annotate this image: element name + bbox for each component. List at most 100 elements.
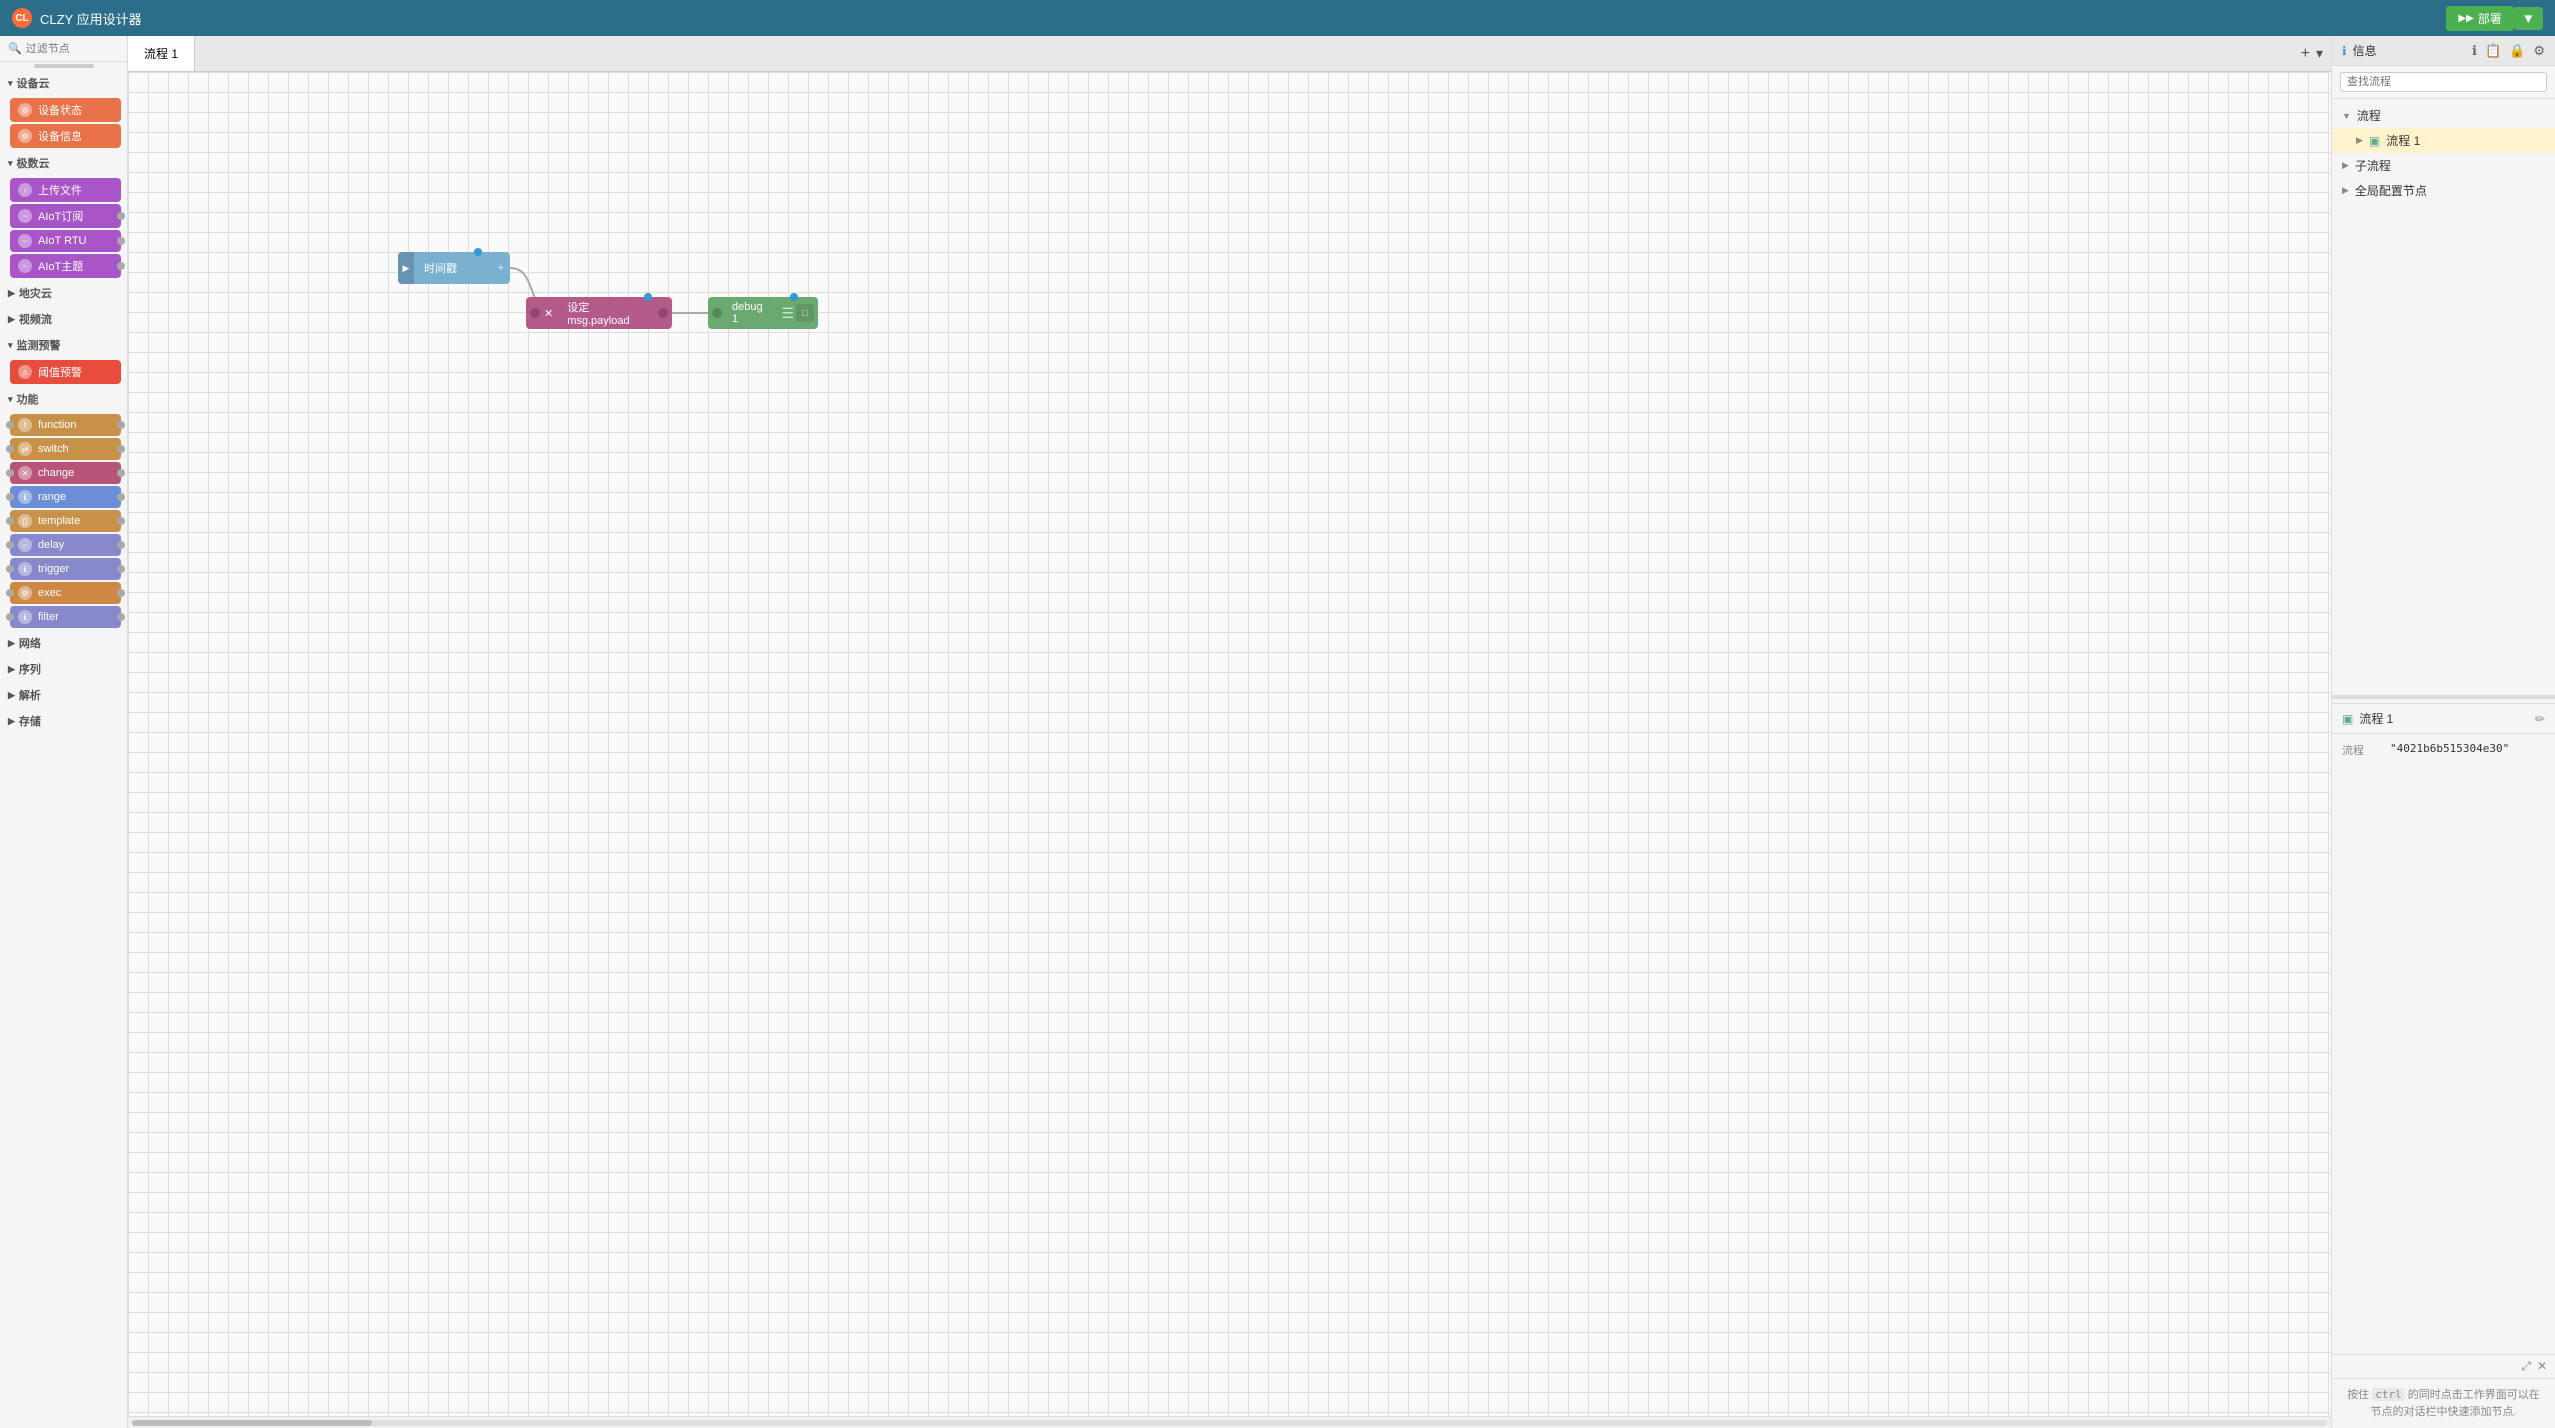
debug1-port-left [712, 308, 722, 318]
canvas-tab-flow1[interactable]: 流程 1 [128, 36, 195, 71]
flow-menu-button[interactable]: ▾ [2316, 45, 2323, 62]
exec-port-left [6, 589, 14, 597]
threshold-icon: ⚠ [18, 365, 32, 379]
tree-item-flow-root[interactable]: ▼ 流程 [2332, 103, 2555, 128]
main-layout: 🔍 ▾ 设备云 ⚙ 设备状态 ⚙ 设备信息 ▾ 极数云 [0, 36, 2555, 1428]
category-dizai-cloud[interactable]: ▶ 地灾云 [0, 280, 127, 306]
category-arrow-jishu: ▾ [8, 158, 13, 169]
tree-item-subflow[interactable]: ▶ 子流程 [2332, 153, 2555, 178]
node-change[interactable]: ✕ change [10, 462, 121, 484]
flow-info-title-text: 流程 1 [2359, 710, 2393, 727]
right-panel-close-icon[interactable]: ✕ [2537, 1359, 2547, 1374]
tree-label-flow: 流程 [2357, 107, 2381, 124]
node-debug1[interactable]: debug 1 ☰ □ [708, 297, 818, 329]
node-aiot-subscribe[interactable]: ~ AIoT订阅 [10, 204, 121, 228]
node-aiot-topic[interactable]: ~ AIoT主题 [10, 254, 121, 278]
category-arrow-parse: ▶ [8, 690, 15, 701]
tree-arrow-flow: ▼ [2342, 111, 2351, 121]
node-template[interactable]: {} template [10, 510, 121, 532]
node-filter[interactable]: ℹ filter [10, 606, 121, 628]
category-device-cloud[interactable]: ▾ 设备云 [0, 70, 127, 96]
deploy-dropdown-button[interactable]: ▼ [2514, 7, 2543, 30]
node-range[interactable]: ℹ range [10, 486, 121, 508]
node-upload-file[interactable]: ↑ 上传文件 [10, 178, 121, 202]
range-icon: ℹ [18, 490, 32, 504]
sidebar-search-container: 🔍 [0, 36, 127, 62]
right-panel-header: ℹ 信息 ℹ 📋 🔒 ⚙ [2332, 36, 2555, 66]
sidebar-search-input[interactable] [26, 43, 119, 55]
function-port-right [117, 421, 125, 429]
node-aiot-rtu[interactable]: ~ AIoT RTU [10, 230, 121, 252]
flow-search-input[interactable] [2340, 72, 2547, 92]
horizontal-scrollbar[interactable] [128, 1416, 2331, 1428]
debug1-menu-icon[interactable]: ☰ [781, 305, 794, 322]
trigger-port-left [6, 565, 14, 573]
function-port-left [6, 421, 14, 429]
tree-arrow-flow1: ▶ [2356, 135, 2363, 146]
node-delay[interactable]: ○ delay [10, 534, 121, 556]
right-panel-icon-info[interactable]: ℹ [2472, 43, 2477, 59]
aiot-rtu-icon: ~ [18, 234, 32, 248]
node-switch[interactable]: ⇄ switch [10, 438, 121, 460]
right-panel-icon-clipboard[interactable]: 📋 [2485, 43, 2501, 59]
category-video[interactable]: ▶ 视频流 [0, 306, 127, 332]
category-network[interactable]: ▶ 网络 [0, 630, 127, 656]
flow-info-icon: ▣ [2342, 712, 2353, 726]
category-jishu-cloud[interactable]: ▾ 极数云 [0, 150, 127, 176]
node-device-info[interactable]: ⚙ 设备信息 [10, 124, 121, 148]
template-icon: {} [18, 514, 32, 528]
set-payload-port-right [658, 308, 668, 318]
scrollbar-thumb[interactable] [132, 1420, 372, 1426]
category-parse[interactable]: ▶ 解析 [0, 682, 127, 708]
filter-port-right [117, 613, 125, 621]
deploy-button[interactable]: ▶▶ 部署 [2446, 6, 2513, 31]
right-panel-title: ℹ 信息 [2342, 42, 2377, 59]
right-panel-icons: ℹ 📋 🔒 ⚙ [2472, 43, 2545, 59]
category-monitor[interactable]: ▾ 监测预警 [0, 332, 127, 358]
right-panel-expand-icon[interactable]: ⤢ [2521, 1359, 2531, 1374]
debug1-label: debug 1 [722, 301, 781, 325]
node-device-status[interactable]: ⚙ 设备状态 [10, 98, 121, 122]
trigger-icon: ℹ [18, 562, 32, 576]
sidebar-scroll: ▾ 设备云 ⚙ 设备状态 ⚙ 设备信息 ▾ 极数云 ↑ 上传文件 ~ [0, 62, 127, 1428]
category-sequence[interactable]: ▶ 序列 [0, 656, 127, 682]
flow-info-edit-icon[interactable]: ✏ [2535, 712, 2545, 726]
node-port-right-rtu [117, 237, 125, 245]
right-panel-icon-lock[interactable]: 🔒 [2509, 43, 2525, 59]
debug1-dot [790, 293, 798, 301]
ctrl-key-hint: ctrl [2372, 1388, 2405, 1401]
category-arrow-sequence: ▶ [8, 664, 15, 675]
aiot-topic-icon: ~ [18, 259, 32, 273]
device-info-icon: ⚙ [18, 129, 32, 143]
node-function[interactable]: f function [10, 414, 121, 436]
tree-label-global: 全局配置节点 [2355, 182, 2427, 199]
node-set-payload[interactable]: ✕ 设定 msg.payload [526, 297, 672, 329]
category-arrow-monitor: ▾ [8, 340, 13, 351]
tree-label-subflow: 子流程 [2355, 157, 2391, 174]
add-flow-button[interactable]: + [2301, 45, 2310, 63]
change-port-left [6, 469, 14, 477]
timestamp-label: 时间戳 [414, 260, 498, 276]
tree-flow1-icon: ▣ [2369, 134, 2380, 148]
scrollbar-track [132, 1420, 2327, 1426]
node-threshold-warning[interactable]: ⚠ 阈值预警 [10, 360, 121, 384]
category-storage[interactable]: ▶ 存储 [0, 708, 127, 734]
canvas-main[interactable]: ▶ 时间戳 + ✕ 设定 msg.payload debug 1 ☰ [128, 72, 2331, 1416]
flow-info-content: 流程 "4021b6b515304e30" [2332, 734, 2555, 770]
delay-port-left [6, 541, 14, 549]
change-port-right [117, 469, 125, 477]
node-trigger[interactable]: ℹ trigger [10, 558, 121, 580]
set-payload-label: 设定 msg.payload [557, 299, 658, 327]
tree-item-global[interactable]: ▶ 全局配置节点 [2332, 178, 2555, 203]
exec-icon: ⚙ [18, 586, 32, 600]
tree-item-flow1[interactable]: ▶ ▣ 流程 1 [2332, 128, 2555, 153]
node-timestamp[interactable]: ▶ 时间戳 + [398, 252, 510, 284]
node-exec[interactable]: ⚙ exec [10, 582, 121, 604]
category-function[interactable]: ▾ 功能 [0, 386, 127, 412]
tree-label-flow1: 流程 1 [2386, 132, 2420, 149]
right-panel-icon-settings[interactable]: ⚙ [2533, 43, 2545, 59]
debug1-toggle[interactable]: □ [796, 304, 814, 322]
category-arrow-storage: ▶ [8, 716, 15, 727]
flow-info-value: "4021b6b515304e30" [2390, 742, 2509, 758]
timestamp-left-icon: ▶ [403, 263, 410, 274]
